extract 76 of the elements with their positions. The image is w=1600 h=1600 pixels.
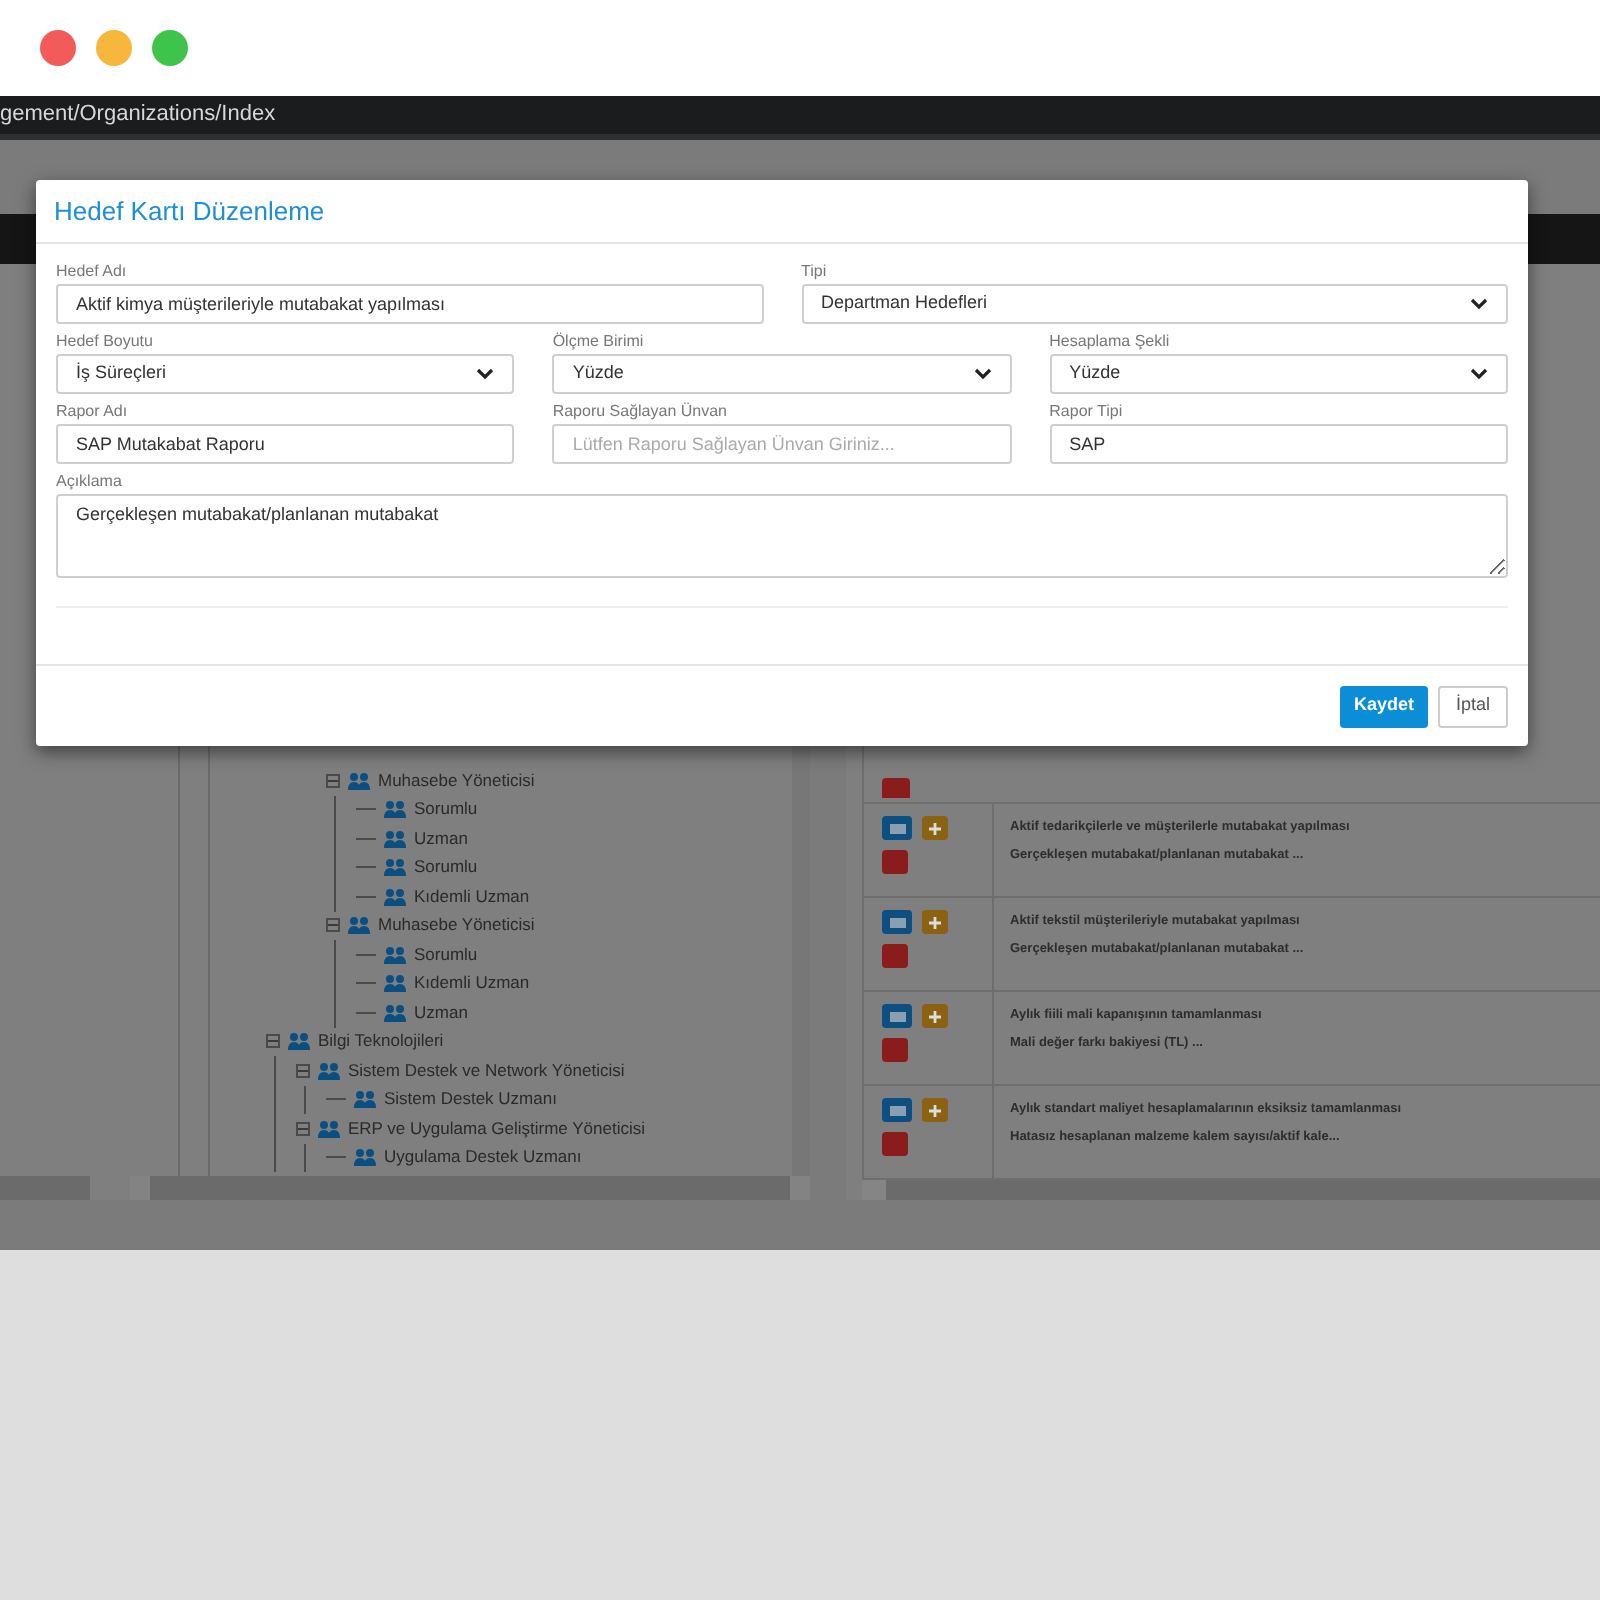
tree-node-label[interactable]: Sorumlu [414, 854, 478, 881]
tree-node-label[interactable]: Sorumlu [414, 796, 478, 823]
input-field[interactable]: Aktif kimya müşterileriyle mutabakat yapılması [56, 284, 763, 324]
dropdown-field[interactable]: İş Süreçleri [56, 354, 515, 394]
tree-node-label[interactable]: Sorumlu [414, 941, 478, 968]
dropdown-field[interactable]: Yüzde [552, 354, 1012, 394]
people-icon [318, 1119, 340, 1138]
modal-title: Hedef Kartı Düzenleme [54, 193, 325, 230]
tree-node-label[interactable]: Kıdemli Uzman [414, 970, 530, 997]
people-icon [384, 800, 406, 819]
dropdown-field[interactable]: Yüzde [1049, 354, 1508, 394]
edit-button[interactable] [882, 1098, 912, 1122]
tree-node-label[interactable]: Sistem Destek ve Network Yöneticisi [348, 1057, 625, 1084]
people-icon [384, 945, 406, 964]
collapse-toggle-icon[interactable] [326, 773, 340, 788]
edit-button[interactable] [882, 816, 912, 840]
people-icon [384, 887, 406, 906]
collapse-toggle-icon[interactable] [326, 918, 340, 933]
tree-node-label[interactable]: Sistem Destek Uzmanı [384, 1086, 557, 1113]
edit-button[interactable] [882, 910, 912, 934]
add-button[interactable] [922, 816, 948, 840]
scrollbar[interactable] [862, 1180, 1600, 1200]
chevron-down-icon [1469, 368, 1488, 380]
cancel-button[interactable]: İptal [1437, 685, 1508, 727]
collapse-toggle-icon[interactable] [296, 1063, 310, 1078]
input-field[interactable]: SAP Mutakabat Raporu [56, 424, 515, 464]
people-icon [348, 916, 370, 935]
field-label: Hedef Boyutu [56, 330, 155, 354]
plus-icon [928, 1009, 942, 1023]
field-label: Tipi [801, 260, 829, 284]
plus-icon [928, 821, 942, 835]
field-label: Ölçme Birimi [552, 330, 646, 354]
add-button[interactable] [922, 1004, 948, 1028]
people-icon [384, 829, 406, 848]
field-label: Raporu Sağlayan Ünvan [552, 400, 729, 424]
collapse-toggle-icon[interactable] [296, 1121, 310, 1136]
people-icon [354, 1090, 376, 1109]
field-label: Hesaplama Şekli [1049, 330, 1172, 354]
people-icon [288, 1032, 310, 1051]
chevron-down-icon [1470, 298, 1488, 310]
url-text: gement/Organizations/Index [0, 100, 276, 131]
maximize-window-icon[interactable] [152, 30, 188, 66]
tree-node-label[interactable]: Kıdemli Uzman [414, 883, 530, 910]
tree-node-label[interactable]: Muhasebe Yöneticisi [378, 767, 535, 794]
chevron-down-icon [973, 368, 992, 380]
field-label: Rapor Tipi [1049, 400, 1125, 424]
people-icon [354, 1148, 376, 1167]
chevron-down-icon [476, 368, 495, 380]
tree-node-label[interactable]: Uzman [414, 825, 468, 852]
people-icon [384, 1003, 406, 1022]
people-icon [384, 974, 406, 993]
field-label: Açıklama [56, 470, 124, 494]
add-button[interactable] [922, 1098, 948, 1122]
input-field[interactable]: Lütfen Raporu Sağlayan Ünvan Giriniz... [552, 424, 1012, 464]
tree-node-label[interactable]: ERP ve Uygulama Geliştirme Yöneticisi [348, 1115, 645, 1142]
people-icon [348, 771, 370, 790]
plus-icon [928, 915, 942, 929]
plus-icon [928, 1103, 942, 1117]
add-button[interactable] [922, 910, 948, 934]
edit-button[interactable] [882, 1004, 912, 1028]
field-label: Rapor Adı [56, 400, 130, 424]
input-field[interactable]: SAP [1049, 424, 1508, 464]
people-icon [318, 1061, 340, 1080]
field-label: Hedef Adı [56, 260, 129, 284]
people-icon [384, 858, 406, 877]
tree-node-label[interactable]: Muhasebe Yöneticisi [378, 912, 535, 939]
save-button[interactable]: Kaydet [1339, 685, 1428, 727]
collapse-toggle-icon[interactable] [266, 1034, 280, 1049]
minimize-window-icon[interactable] [96, 30, 132, 66]
tree-node-label[interactable]: Uzman [414, 999, 468, 1026]
textarea-field[interactable]: Gerçekleşen mutabakat/planlanan mutabakat [56, 494, 1508, 578]
dropdown-field[interactable]: Departman Hedefleri [801, 284, 1508, 324]
scrollbar[interactable] [130, 1176, 810, 1200]
tree-node-label[interactable]: Bilgi Teknolojileri [318, 1028, 444, 1055]
tree-node-label[interactable]: Uygulama Destek Uzmanı [384, 1144, 582, 1171]
close-window-icon[interactable] [40, 30, 76, 66]
